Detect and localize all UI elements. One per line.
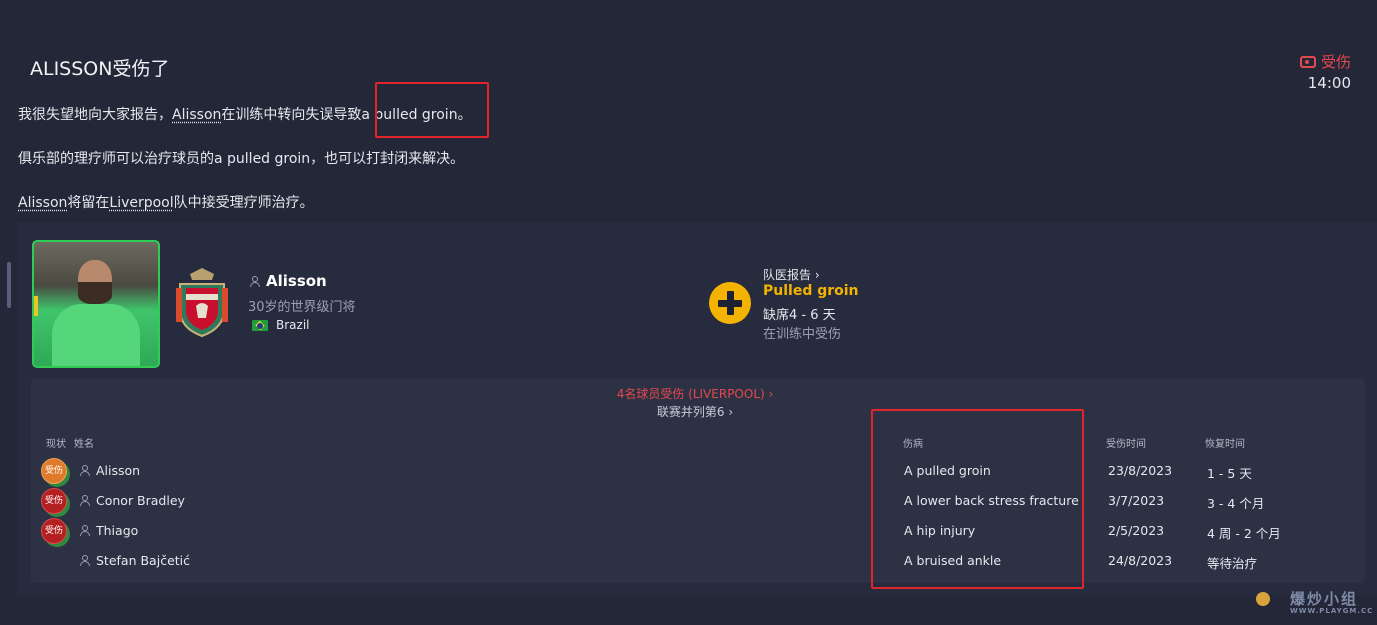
tag-icon xyxy=(1299,55,1316,68)
person-icon xyxy=(80,555,90,566)
highlight-box-injury-column xyxy=(871,409,1084,589)
table-row[interactable]: 受伤 Alisson A pulled groin 23/8/2023 1 - … xyxy=(0,456,1377,486)
injury-name: Pulled groin xyxy=(763,283,859,299)
brazil-flag-icon xyxy=(252,319,268,331)
person-icon xyxy=(250,276,260,287)
club-link[interactable]: Liverpool xyxy=(109,195,173,211)
row-date: 24/8/2023 xyxy=(1108,553,1173,568)
nationality-label: Brazil xyxy=(276,318,310,332)
status-badge: 受伤 xyxy=(41,488,67,514)
row-date: 23/8/2023 xyxy=(1108,463,1173,478)
watermark-text: 爆炒小组 xyxy=(1290,590,1359,608)
header-status: 现状 xyxy=(46,439,66,450)
header-name[interactable]: 姓名 xyxy=(74,435,94,450)
scrollbar-thumb[interactable] xyxy=(7,262,11,308)
tag-label: 受伤 xyxy=(1320,53,1351,71)
message-tag: 受伤 14:00 xyxy=(1299,51,1351,92)
table-row[interactable]: 受伤 Thiago A hip injury 2/5/2023 4 周 - 2 … xyxy=(0,516,1377,546)
p3-text-mid: 将留在 xyxy=(67,195,110,211)
row-player-name[interactable]: Stefan Bajčetić xyxy=(96,553,190,568)
player-link-2[interactable]: Alisson xyxy=(18,195,67,211)
player-name-label: Alisson xyxy=(266,272,327,290)
header-recovery[interactable]: 恢复时间 xyxy=(1205,435,1245,450)
watermark-logo-icon xyxy=(1256,592,1270,606)
highlight-box-injury-text xyxy=(375,82,489,138)
p3-text-end: 队中接受理疗师治疗。 xyxy=(173,195,314,211)
header-date[interactable]: 受伤时间 xyxy=(1106,435,1146,450)
injury-cause: 在训练中受伤 xyxy=(763,327,842,342)
row-recovery: 4 周 - 2 个月 xyxy=(1207,526,1281,541)
table-row[interactable]: Stefan Bajčetić A bruised ankle 24/8/202… xyxy=(0,546,1377,576)
medical-cross-icon xyxy=(709,282,751,324)
injury-absence: 缺席4 - 6 天 xyxy=(763,308,836,323)
person-icon xyxy=(80,495,90,506)
player-name[interactable]: Alisson xyxy=(250,272,327,290)
player-description: 30岁的世界级门将 xyxy=(248,300,356,315)
player-link[interactable]: Alisson xyxy=(172,107,221,123)
league-rank-link[interactable]: 联赛并列第6 › xyxy=(0,403,1377,420)
liverpool-crest-icon[interactable] xyxy=(172,266,232,338)
row-player-name[interactable]: Thiago xyxy=(96,523,138,538)
message-paragraph-2: 俱乐部的理疗师可以治疗球员的a pulled groin，也可以打封闭来解决。 xyxy=(18,151,465,167)
row-recovery: 3 - 4 个月 xyxy=(1207,496,1265,511)
player-photo[interactable] xyxy=(32,240,160,368)
row-player-name[interactable]: Alisson xyxy=(96,463,140,478)
message-paragraph-3: Alisson将留在Liverpool队中接受理疗师治疗。 xyxy=(18,192,314,212)
p1-text-start: 我很失望地向大家报告， xyxy=(18,107,172,123)
table-row[interactable]: 受伤 Conor Bradley A lower back stress fra… xyxy=(0,486,1377,516)
top-bar xyxy=(0,0,1377,50)
message-title: ALISSON受伤了 xyxy=(30,58,170,80)
p1-text-mid: 在训练中转向失误导致 xyxy=(221,107,362,123)
status-badge: 受伤 xyxy=(41,518,67,544)
injured-count-link[interactable]: 4名球员受伤 (LIVERPOOL) › xyxy=(0,385,1377,402)
row-recovery: 1 - 5 天 xyxy=(1207,466,1252,481)
row-recovery: 等待治疗 xyxy=(1207,556,1258,571)
row-date: 2/5/2023 xyxy=(1108,523,1165,538)
status-badge: 受伤 xyxy=(41,458,67,484)
message-time: 14:00 xyxy=(1307,74,1351,92)
watermark-url: WWW.PLAYGM.CC xyxy=(1290,607,1374,615)
person-icon xyxy=(80,465,90,476)
row-player-name[interactable]: Conor Bradley xyxy=(96,493,185,508)
medical-report-link[interactable]: 队医报告 › xyxy=(763,266,820,283)
watermark: 爆炒小组 WWW.PLAYGM.CC xyxy=(1248,588,1374,616)
person-icon xyxy=(80,525,90,536)
player-nationality[interactable]: Brazil xyxy=(252,318,310,332)
row-date: 3/7/2023 xyxy=(1108,493,1165,508)
